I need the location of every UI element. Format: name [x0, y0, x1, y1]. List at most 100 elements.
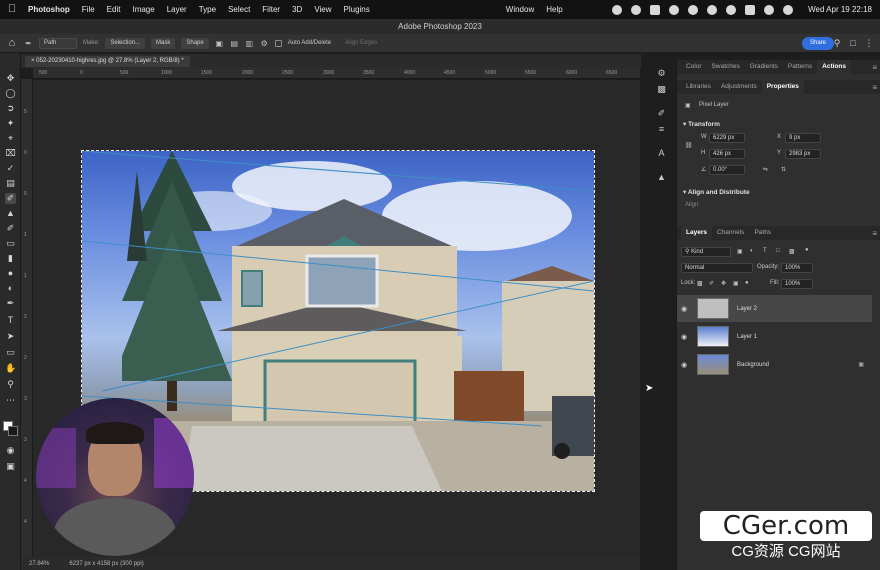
tab-patterns[interactable]: Patterns [783, 60, 817, 74]
align-distribute-header[interactable]: ▾ Align and Distribute [683, 188, 750, 196]
flip-vertical-icon[interactable]: ⇅ [781, 166, 786, 173]
width-field[interactable]: 6229 px [709, 133, 745, 143]
home-icon[interactable]: ⌂ [6, 37, 18, 49]
type-tool-icon[interactable]: T [5, 315, 16, 326]
eraser-tool-icon[interactable]: ▭ [5, 238, 16, 249]
wifi-icon[interactable] [745, 4, 756, 15]
filter-adjustment-icon[interactable]: ◐ [750, 248, 754, 254]
menu-window[interactable]: Window [506, 5, 534, 14]
magic-wand-icon[interactable]: ✦ [5, 118, 16, 129]
eyedropper-icon[interactable]: ✓ [5, 163, 16, 174]
3d-icon[interactable]: ▲ [656, 172, 667, 183]
rectangle-tool-icon[interactable]: ▭ [5, 347, 16, 358]
height-field[interactable]: 426 px [709, 149, 745, 159]
adjustments-icon[interactable]: ≡ [656, 124, 667, 135]
gear-icon[interactable]: ⚙ [260, 39, 269, 48]
lasso-tool-icon[interactable]: ➲ [5, 103, 16, 114]
zoom-level[interactable]: 27.84% [29, 561, 49, 567]
status-icon-3[interactable] [650, 4, 661, 15]
kind-filter-select[interactable]: ⚲ Kind [681, 247, 731, 257]
auto-add-delete-checkbox[interactable] [274, 39, 282, 47]
eye-icon[interactable]: ◉ [677, 305, 691, 313]
lock-artboard-icon[interactable]: ▣ [733, 280, 739, 287]
menu-select[interactable]: Select [228, 5, 250, 14]
lock-position-icon[interactable]: ✥ [721, 280, 726, 287]
more-tools-icon[interactable]: ⋯ [5, 395, 16, 406]
gear-icon[interactable]: ⚙ [656, 68, 667, 79]
status-icon-2[interactable] [631, 4, 642, 15]
opacity-field[interactable]: 100% [781, 263, 813, 273]
background-color-swatch[interactable] [8, 426, 18, 436]
search-icon[interactable] [764, 4, 775, 15]
path-arrangement-icon[interactable]: ▥ [245, 39, 254, 48]
character-icon[interactable]: A [656, 148, 667, 159]
lock-pixels-icon[interactable]: ✐ [709, 280, 714, 287]
pen-tool-icon[interactable]: ✒ [24, 39, 33, 48]
filter-shape-icon[interactable]: □ [776, 248, 780, 254]
flip-horizontal-icon[interactable]: ⇋ [763, 166, 768, 173]
layer-row-background[interactable]: ◉ Background ▣ [677, 351, 872, 378]
menu-type[interactable]: Type [199, 5, 216, 14]
menu-image[interactable]: Image [132, 5, 154, 14]
horizontal-ruler[interactable]: 500 0 500 1000 1500 2000 2500 3000 3500 … [33, 68, 640, 79]
menu-filter[interactable]: Filter [262, 5, 280, 14]
menu-layer[interactable]: Layer [167, 5, 187, 14]
link-icon[interactable]: ⛓ [685, 142, 693, 149]
marquee-tool-icon[interactable]: ◯ [5, 88, 16, 99]
path-selection-icon[interactable]: ➤ [5, 331, 16, 342]
move-tool-icon[interactable]: ✥ [5, 73, 16, 84]
filter-toggle-icon[interactable]: ● [805, 247, 809, 253]
menu-app[interactable]: Photoshop [28, 5, 70, 14]
layer-row-layer-1[interactable]: ◉ Layer 1 [677, 323, 872, 350]
lock-all-icon[interactable]: ● [745, 280, 749, 286]
vertical-ruler[interactable]: 5 0 5 1 1 2 2 3 3 4 4 [21, 79, 33, 557]
tab-gradients[interactable]: Gradients [745, 60, 783, 74]
filter-pixel-icon[interactable]: ▣ [737, 248, 743, 255]
x-field[interactable]: 9 px [785, 133, 821, 143]
panel-menu-icon[interactable]: ≡ [872, 83, 877, 92]
document-tab[interactable]: × 052-20230410-highres.jpg @ 27.8% (Laye… [25, 56, 190, 67]
layer-name[interactable]: Layer 2 [737, 306, 757, 312]
workspace-icon[interactable]: □ [848, 38, 858, 48]
clone-stamp-icon[interactable]: ▲ [5, 208, 16, 219]
lock-transparent-icon[interactable]: ▩ [697, 280, 703, 287]
layer-name[interactable]: Layer 1 [737, 334, 757, 340]
document-info[interactable]: 6237 px x 4158 px (300 ppi) [69, 561, 143, 567]
eye-icon[interactable]: ◉ [677, 361, 691, 369]
tab-swatches[interactable]: Swatches [707, 60, 745, 74]
hand-tool-icon[interactable]: ✋ [5, 363, 16, 374]
menu-help[interactable]: Help [546, 5, 562, 14]
pen-tool-icon[interactable]: ✒ [5, 298, 16, 309]
filter-type-icon[interactable]: T [763, 248, 767, 254]
status-icon-4[interactable] [669, 4, 680, 15]
mask-button[interactable]: Mask [151, 37, 176, 49]
filter-smart-icon[interactable]: ▩ [789, 248, 795, 255]
path-operations-icon[interactable]: ▣ [215, 39, 224, 48]
shape-button[interactable]: Shape [181, 37, 209, 49]
clock[interactable]: Wed Apr 19 22:18 [808, 5, 872, 14]
angle-field[interactable]: 0.00° [709, 165, 745, 175]
panel-menu-icon[interactable]: ≡ [872, 63, 877, 72]
quick-mask-icon[interactable]: ◉ [5, 445, 16, 456]
apple-icon[interactable]:  [8, 4, 18, 15]
status-icon-7[interactable] [726, 4, 737, 15]
transform-header[interactable]: ▾ Transform [683, 120, 720, 128]
tab-color[interactable]: Color [681, 60, 707, 74]
search-icon[interactable]: ⚲ [832, 38, 842, 48]
tab-adjustments[interactable]: Adjustments [716, 80, 762, 94]
control-center-icon[interactable] [783, 4, 794, 15]
dodge-tool-icon[interactable]: ◐ [5, 283, 16, 294]
brush-tool-icon[interactable]: ✐ [5, 193, 16, 204]
status-icon-5[interactable] [688, 4, 699, 15]
tab-properties[interactable]: Properties [761, 80, 804, 94]
fill-field[interactable]: 100% [781, 279, 813, 289]
brush-settings-icon[interactable]: ✐ [656, 108, 667, 119]
crop-tool-icon[interactable]: ⌖ [5, 133, 16, 144]
gradient-tool-icon[interactable]: ▮ [5, 253, 16, 264]
screen-mode-icon[interactable]: ▣ [5, 461, 16, 472]
history-brush-icon[interactable]: ✐ [5, 223, 16, 234]
menu-file[interactable]: File [82, 5, 95, 14]
zoom-tool-icon[interactable]: ⚲ [5, 379, 16, 390]
more-icon[interactable]: ⋮ [864, 38, 874, 48]
layer-row-layer-2[interactable]: ◉ Layer 2 [677, 295, 872, 322]
